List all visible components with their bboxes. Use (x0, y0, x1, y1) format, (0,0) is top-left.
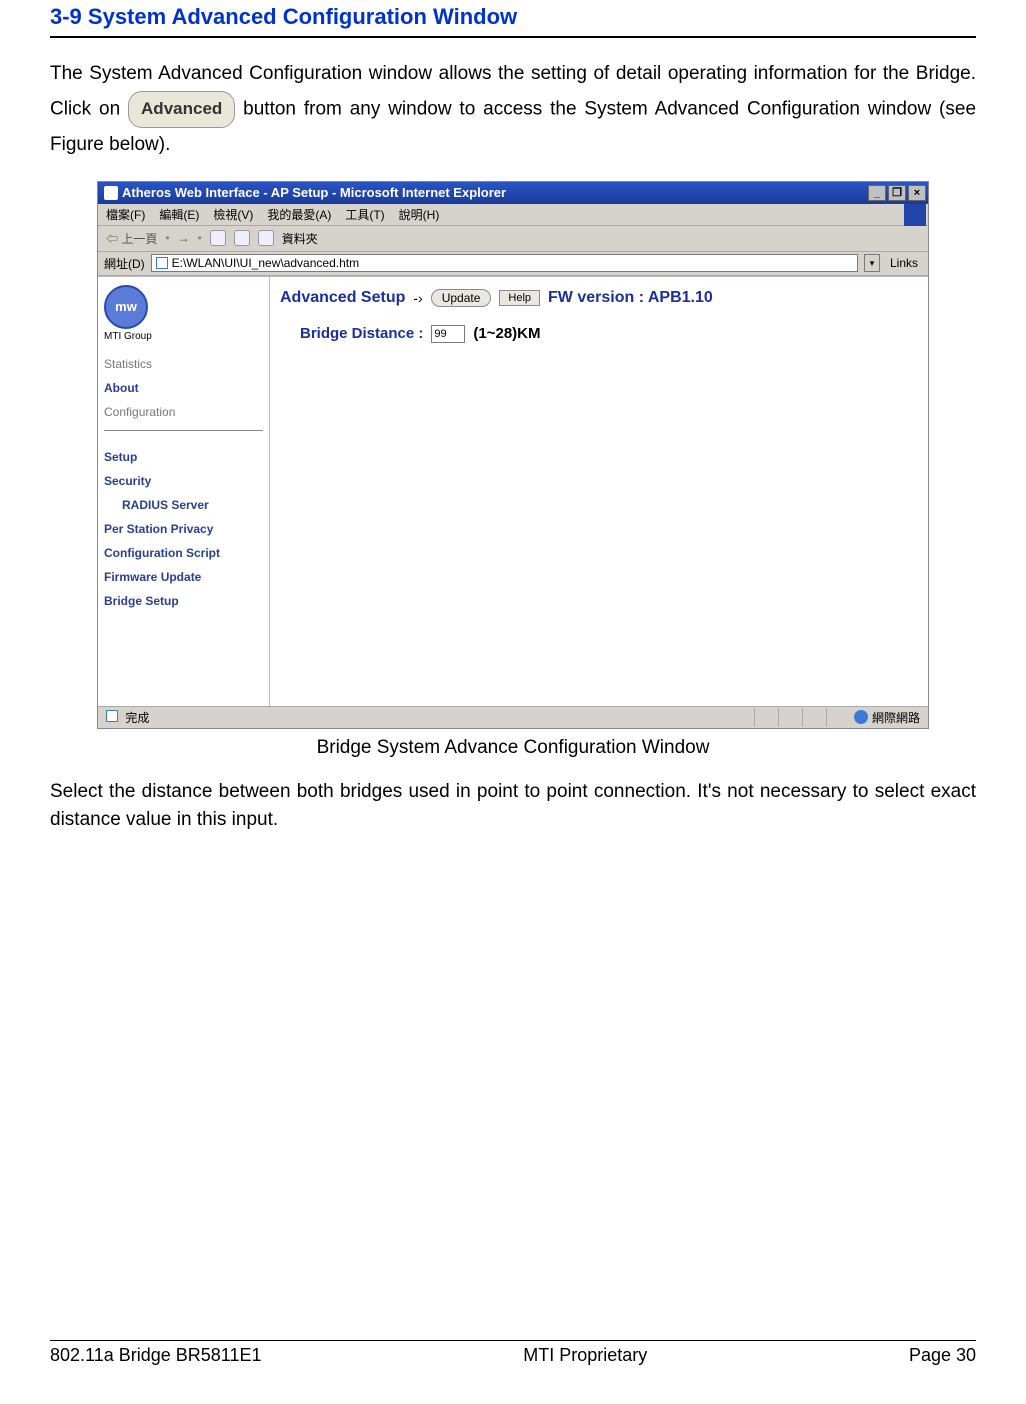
sidebar-item-about[interactable]: About (104, 376, 263, 400)
sidebar-item-statistics[interactable]: Statistics (104, 352, 263, 376)
sidebar: mw MTI Group Statistics About Configurat… (98, 277, 270, 706)
ie-window: Atheros Web Interface - AP Setup - Micro… (97, 181, 929, 729)
toolbar-sep-2: • (198, 231, 202, 245)
fw-version-label: FW version : APB1.10 (548, 289, 713, 307)
sidebar-nav: Statistics About Configuration Setup Sec… (104, 352, 263, 613)
footer-center: MTI Proprietary (523, 1345, 647, 1366)
status-slots (754, 708, 850, 726)
window-titlebar: Atheros Web Interface - AP Setup - Micro… (98, 182, 928, 204)
figure-caption: Bridge System Advance Configuration Wind… (50, 737, 976, 759)
sidebar-item-configuration[interactable]: Configuration (104, 400, 263, 424)
sidebar-item-radius[interactable]: RADIUS Server (104, 493, 263, 517)
screenshot-figure: Atheros Web Interface - AP Setup - Micro… (97, 181, 929, 729)
intro-paragraph: The System Advanced Configuration window… (50, 57, 976, 162)
links-button[interactable]: Links (886, 256, 922, 270)
window-title: Atheros Web Interface - AP Setup - Micro… (122, 185, 506, 200)
sidebar-item-per-station-privacy[interactable]: Per Station Privacy (104, 517, 263, 541)
update-button[interactable]: Update (431, 289, 492, 307)
menu-favorites[interactable]: 我的最愛(A) (267, 206, 331, 223)
done-icon (106, 710, 118, 722)
address-bar: 網址(D) E:\WLAN\UI\UI_new\advanced.htm ▾ L… (98, 252, 928, 276)
sidebar-item-setup[interactable]: Setup (104, 445, 263, 469)
internet-zone-icon (854, 710, 868, 724)
nav-toolbar: ⇦ 上一頁 • → • 資料夾 (98, 226, 928, 252)
folder-button-label[interactable]: 資料夾 (282, 230, 318, 247)
menu-edit[interactable]: 編輯(E) (159, 206, 199, 223)
address-label: 網址(D) (104, 255, 145, 272)
menu-help[interactable]: 說明(H) (399, 206, 440, 223)
post-figure-paragraph: Select the distance between both bridges… (50, 778, 976, 835)
address-dropdown-icon[interactable]: ▾ (864, 254, 880, 272)
back-button[interactable]: ⇦ 上一頁 (106, 230, 157, 247)
bridge-distance-row: Bridge Distance : (1~28)KM (280, 325, 918, 343)
maximize-button[interactable]: ❐ (888, 185, 906, 201)
advanced-setup-heading: Advanced Setup (280, 289, 405, 307)
status-bar: 完成 網際網路 (98, 706, 928, 728)
forward-button[interactable]: → (178, 231, 190, 245)
arrow-icon: -› (413, 290, 422, 306)
sidebar-item-firmware-update[interactable]: Firmware Update (104, 565, 263, 589)
mti-logo-icon: mw (104, 285, 148, 329)
stop-icon[interactable] (210, 230, 226, 246)
sidebar-item-security[interactable]: Security (104, 469, 263, 493)
bridge-distance-input[interactable] (431, 325, 465, 343)
ie-logo-icon (104, 186, 118, 200)
page-footer: 802.11a Bridge BR5811E1 MTI Proprietary … (50, 1340, 976, 1366)
footer-left: 802.11a Bridge BR5811E1 (50, 1345, 262, 1366)
sidebar-item-bridge-setup[interactable]: Bridge Setup (104, 589, 263, 613)
internet-zone-label: 網際網路 (872, 709, 920, 726)
help-button[interactable]: Help (499, 290, 540, 306)
advanced-button-inline: Advanced (128, 91, 235, 128)
ie-brand-icon (904, 204, 926, 226)
refresh-icon[interactable] (234, 230, 250, 246)
section-heading: 3-9 System Advanced Configuration Window (50, 0, 976, 38)
content-header: Advanced Setup -› Update Help FW version… (280, 289, 918, 307)
content-panel: Advanced Setup -› Update Help FW version… (270, 277, 928, 706)
footer-right: Page 30 (909, 1345, 976, 1366)
menu-bar: 檔案(F) 編輯(E) 檢視(V) 我的最愛(A) 工具(T) 說明(H) (98, 204, 928, 226)
menu-view[interactable]: 檢視(V) (213, 206, 253, 223)
address-input[interactable]: E:\WLAN\UI\UI_new\advanced.htm (151, 254, 858, 272)
minimize-button[interactable]: _ (868, 185, 886, 201)
folder-icon[interactable] (258, 230, 274, 246)
sidebar-item-config-script[interactable]: Configuration Script (104, 541, 263, 565)
mti-logo-label: MTI Group (104, 331, 152, 342)
page-body: mw MTI Group Statistics About Configurat… (98, 276, 928, 706)
sidebar-divider (104, 430, 263, 431)
bridge-distance-label: Bridge Distance : (300, 325, 423, 342)
toolbar-sep: • (165, 231, 169, 245)
page-icon (156, 257, 168, 269)
address-value: E:\WLAN\UI\UI_new\advanced.htm (172, 256, 359, 270)
status-done: 完成 (106, 709, 149, 726)
close-button[interactable]: × (908, 185, 926, 201)
bridge-distance-range: (1~28)KM (473, 325, 540, 342)
menu-file[interactable]: 檔案(F) (106, 206, 145, 223)
status-right: 網際網路 (754, 708, 920, 726)
menu-tools[interactable]: 工具(T) (345, 206, 384, 223)
